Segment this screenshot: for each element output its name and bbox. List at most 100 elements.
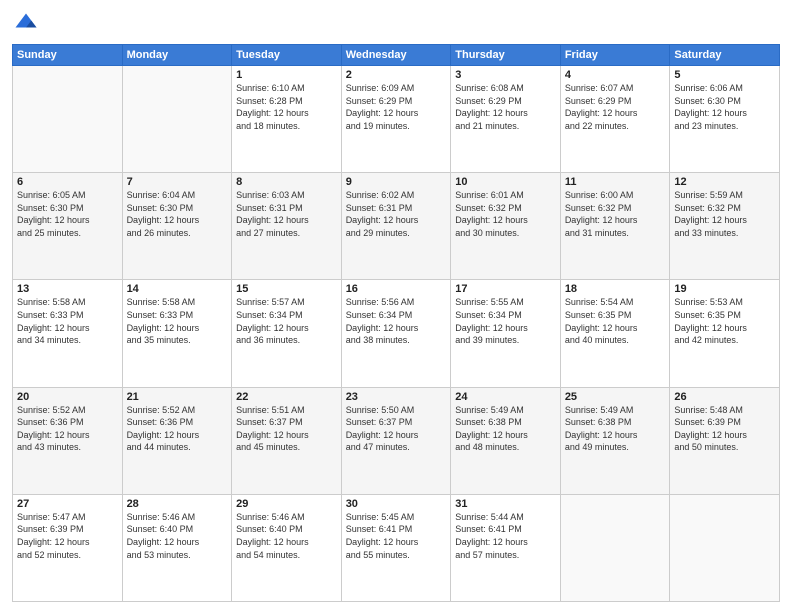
calendar-header: SundayMondayTuesdayWednesdayThursdayFrid…	[13, 45, 780, 66]
day-info: Sunrise: 5:54 AM Sunset: 6:35 PM Dayligh…	[565, 296, 666, 346]
day-header-friday: Friday	[560, 45, 670, 66]
day-info: Sunrise: 5:49 AM Sunset: 6:38 PM Dayligh…	[455, 404, 556, 454]
logo	[12, 10, 42, 38]
calendar-cell: 9Sunrise: 6:02 AM Sunset: 6:31 PM Daylig…	[341, 173, 451, 280]
day-header-tuesday: Tuesday	[232, 45, 342, 66]
day-number: 21	[127, 391, 228, 403]
calendar-cell: 30Sunrise: 5:45 AM Sunset: 6:41 PM Dayli…	[341, 494, 451, 601]
day-number: 17	[455, 283, 556, 295]
calendar-cell: 13Sunrise: 5:58 AM Sunset: 6:33 PM Dayli…	[13, 280, 123, 387]
calendar-cell: 4Sunrise: 6:07 AM Sunset: 6:29 PM Daylig…	[560, 66, 670, 173]
calendar-cell: 1Sunrise: 6:10 AM Sunset: 6:28 PM Daylig…	[232, 66, 342, 173]
calendar-cell: 17Sunrise: 5:55 AM Sunset: 6:34 PM Dayli…	[451, 280, 561, 387]
calendar-cell: 25Sunrise: 5:49 AM Sunset: 6:38 PM Dayli…	[560, 387, 670, 494]
day-number: 18	[565, 283, 666, 295]
day-header-sunday: Sunday	[13, 45, 123, 66]
day-header-saturday: Saturday	[670, 45, 780, 66]
day-info: Sunrise: 5:56 AM Sunset: 6:34 PM Dayligh…	[346, 296, 447, 346]
day-number: 29	[236, 498, 337, 510]
day-info: Sunrise: 6:05 AM Sunset: 6:30 PM Dayligh…	[17, 189, 118, 239]
day-number: 6	[17, 176, 118, 188]
day-number: 15	[236, 283, 337, 295]
header	[12, 10, 780, 38]
day-number: 2	[346, 69, 447, 81]
logo-icon	[12, 10, 40, 38]
day-info: Sunrise: 5:49 AM Sunset: 6:38 PM Dayligh…	[565, 404, 666, 454]
calendar-cell: 21Sunrise: 5:52 AM Sunset: 6:36 PM Dayli…	[122, 387, 232, 494]
day-info: Sunrise: 5:59 AM Sunset: 6:32 PM Dayligh…	[674, 189, 775, 239]
day-number: 26	[674, 391, 775, 403]
day-info: Sunrise: 6:09 AM Sunset: 6:29 PM Dayligh…	[346, 82, 447, 132]
day-number: 9	[346, 176, 447, 188]
calendar-cell: 10Sunrise: 6:01 AM Sunset: 6:32 PM Dayli…	[451, 173, 561, 280]
day-number: 11	[565, 176, 666, 188]
day-number: 1	[236, 69, 337, 81]
day-number: 19	[674, 283, 775, 295]
header-row: SundayMondayTuesdayWednesdayThursdayFrid…	[13, 45, 780, 66]
day-number: 20	[17, 391, 118, 403]
day-number: 7	[127, 176, 228, 188]
day-number: 28	[127, 498, 228, 510]
day-number: 4	[565, 69, 666, 81]
calendar-cell: 22Sunrise: 5:51 AM Sunset: 6:37 PM Dayli…	[232, 387, 342, 494]
day-info: Sunrise: 5:47 AM Sunset: 6:39 PM Dayligh…	[17, 511, 118, 561]
day-info: Sunrise: 6:02 AM Sunset: 6:31 PM Dayligh…	[346, 189, 447, 239]
day-number: 30	[346, 498, 447, 510]
calendar-cell	[670, 494, 780, 601]
day-number: 3	[455, 69, 556, 81]
day-header-thursday: Thursday	[451, 45, 561, 66]
day-number: 31	[455, 498, 556, 510]
day-number: 10	[455, 176, 556, 188]
calendar-cell: 8Sunrise: 6:03 AM Sunset: 6:31 PM Daylig…	[232, 173, 342, 280]
calendar-week-2: 6Sunrise: 6:05 AM Sunset: 6:30 PM Daylig…	[13, 173, 780, 280]
day-info: Sunrise: 5:53 AM Sunset: 6:35 PM Dayligh…	[674, 296, 775, 346]
day-info: Sunrise: 5:50 AM Sunset: 6:37 PM Dayligh…	[346, 404, 447, 454]
day-info: Sunrise: 5:57 AM Sunset: 6:34 PM Dayligh…	[236, 296, 337, 346]
day-number: 27	[17, 498, 118, 510]
day-number: 5	[674, 69, 775, 81]
day-info: Sunrise: 5:45 AM Sunset: 6:41 PM Dayligh…	[346, 511, 447, 561]
day-number: 12	[674, 176, 775, 188]
calendar-cell: 14Sunrise: 5:58 AM Sunset: 6:33 PM Dayli…	[122, 280, 232, 387]
calendar-cell: 15Sunrise: 5:57 AM Sunset: 6:34 PM Dayli…	[232, 280, 342, 387]
day-info: Sunrise: 6:04 AM Sunset: 6:30 PM Dayligh…	[127, 189, 228, 239]
day-info: Sunrise: 6:03 AM Sunset: 6:31 PM Dayligh…	[236, 189, 337, 239]
day-info: Sunrise: 5:58 AM Sunset: 6:33 PM Dayligh…	[127, 296, 228, 346]
calendar-table: SundayMondayTuesdayWednesdayThursdayFrid…	[12, 44, 780, 602]
calendar-cell: 23Sunrise: 5:50 AM Sunset: 6:37 PM Dayli…	[341, 387, 451, 494]
calendar-week-5: 27Sunrise: 5:47 AM Sunset: 6:39 PM Dayli…	[13, 494, 780, 601]
calendar-cell: 26Sunrise: 5:48 AM Sunset: 6:39 PM Dayli…	[670, 387, 780, 494]
day-info: Sunrise: 5:48 AM Sunset: 6:39 PM Dayligh…	[674, 404, 775, 454]
calendar-cell: 11Sunrise: 6:00 AM Sunset: 6:32 PM Dayli…	[560, 173, 670, 280]
calendar-cell: 24Sunrise: 5:49 AM Sunset: 6:38 PM Dayli…	[451, 387, 561, 494]
day-number: 23	[346, 391, 447, 403]
calendar-cell: 18Sunrise: 5:54 AM Sunset: 6:35 PM Dayli…	[560, 280, 670, 387]
day-number: 8	[236, 176, 337, 188]
calendar-cell: 31Sunrise: 5:44 AM Sunset: 6:41 PM Dayli…	[451, 494, 561, 601]
calendar-cell: 5Sunrise: 6:06 AM Sunset: 6:30 PM Daylig…	[670, 66, 780, 173]
day-info: Sunrise: 5:46 AM Sunset: 6:40 PM Dayligh…	[236, 511, 337, 561]
calendar-week-1: 1Sunrise: 6:10 AM Sunset: 6:28 PM Daylig…	[13, 66, 780, 173]
day-info: Sunrise: 6:10 AM Sunset: 6:28 PM Dayligh…	[236, 82, 337, 132]
calendar-cell: 19Sunrise: 5:53 AM Sunset: 6:35 PM Dayli…	[670, 280, 780, 387]
page: SundayMondayTuesdayWednesdayThursdayFrid…	[0, 0, 792, 612]
day-info: Sunrise: 5:52 AM Sunset: 6:36 PM Dayligh…	[127, 404, 228, 454]
day-number: 14	[127, 283, 228, 295]
day-info: Sunrise: 5:44 AM Sunset: 6:41 PM Dayligh…	[455, 511, 556, 561]
calendar-cell: 20Sunrise: 5:52 AM Sunset: 6:36 PM Dayli…	[13, 387, 123, 494]
calendar-cell	[560, 494, 670, 601]
day-number: 22	[236, 391, 337, 403]
day-info: Sunrise: 5:58 AM Sunset: 6:33 PM Dayligh…	[17, 296, 118, 346]
day-number: 16	[346, 283, 447, 295]
day-info: Sunrise: 6:00 AM Sunset: 6:32 PM Dayligh…	[565, 189, 666, 239]
day-number: 13	[17, 283, 118, 295]
calendar-cell: 16Sunrise: 5:56 AM Sunset: 6:34 PM Dayli…	[341, 280, 451, 387]
calendar-cell: 3Sunrise: 6:08 AM Sunset: 6:29 PM Daylig…	[451, 66, 561, 173]
day-info: Sunrise: 5:52 AM Sunset: 6:36 PM Dayligh…	[17, 404, 118, 454]
day-info: Sunrise: 6:06 AM Sunset: 6:30 PM Dayligh…	[674, 82, 775, 132]
day-header-wednesday: Wednesday	[341, 45, 451, 66]
day-info: Sunrise: 5:46 AM Sunset: 6:40 PM Dayligh…	[127, 511, 228, 561]
day-number: 25	[565, 391, 666, 403]
calendar-week-3: 13Sunrise: 5:58 AM Sunset: 6:33 PM Dayli…	[13, 280, 780, 387]
calendar-cell: 28Sunrise: 5:46 AM Sunset: 6:40 PM Dayli…	[122, 494, 232, 601]
